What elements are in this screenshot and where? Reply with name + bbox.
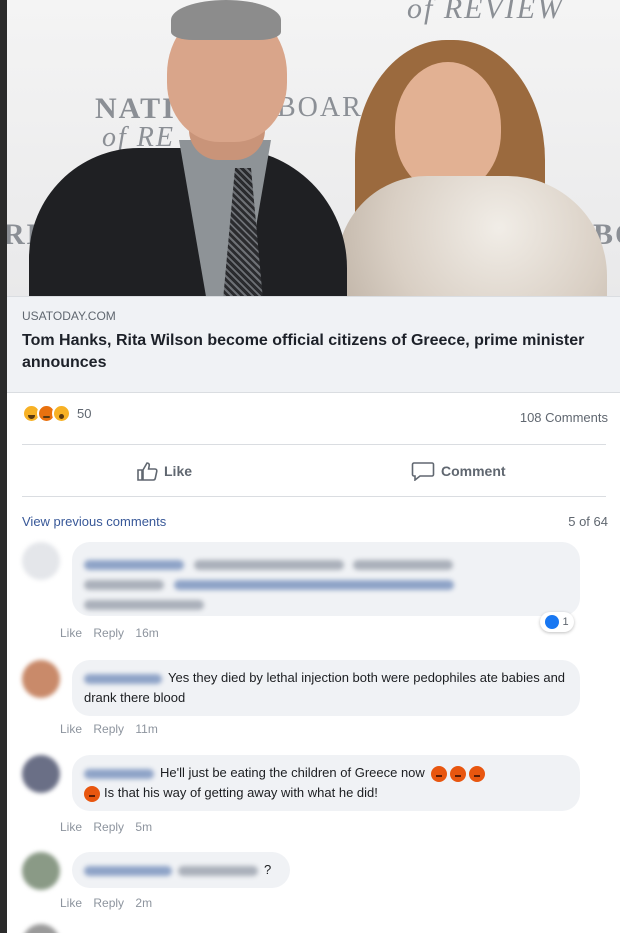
like-button-label: Like bbox=[164, 463, 193, 479]
reaction-count: 50 bbox=[77, 406, 92, 421]
tagged-names[interactable] bbox=[353, 559, 454, 570]
avatar[interactable] bbox=[22, 542, 60, 580]
angry-emoji-icon bbox=[431, 765, 448, 782]
backdrop-text: NATI bbox=[95, 92, 176, 125]
backdrop-text: of REVIEW bbox=[407, 0, 565, 25]
angry-emoji-icon bbox=[84, 785, 100, 802]
tagged-names[interactable] bbox=[84, 599, 204, 610]
divider bbox=[22, 496, 606, 497]
tagged-names[interactable] bbox=[193, 559, 344, 570]
like-icon bbox=[545, 615, 560, 629]
comment-item: ? bbox=[22, 852, 582, 892]
angry-emoji-icon bbox=[450, 765, 467, 782]
thumbs-up-icon bbox=[137, 462, 158, 481]
comment-reply-link[interactable]: Reply bbox=[93, 820, 124, 834]
commenter-name[interactable] bbox=[84, 865, 172, 876]
view-previous-comments-link[interactable]: View previous comments bbox=[22, 514, 166, 529]
comment-timestamp[interactable]: 16m bbox=[135, 626, 158, 640]
reactions-summary[interactable]: 50 bbox=[22, 404, 91, 423]
backdrop-text: BOAR bbox=[277, 92, 363, 123]
comment-reply-link[interactable]: Reply bbox=[93, 626, 124, 640]
man-hair bbox=[171, 0, 281, 40]
comment-bubble: Yes they died by lethal injection both w… bbox=[72, 660, 580, 716]
comment-like-link[interactable]: Like bbox=[60, 626, 82, 640]
comment-like-link[interactable]: Like bbox=[60, 722, 82, 736]
tagged-names[interactable] bbox=[173, 579, 454, 590]
comment-timestamp[interactable]: 5m bbox=[135, 820, 152, 834]
avatar[interactable] bbox=[22, 924, 60, 933]
comment-bubble: He'll just be eating the children of Gre… bbox=[72, 755, 580, 811]
commenter-name[interactable] bbox=[84, 559, 184, 570]
comment-item: He'll just be eating the children of Gre… bbox=[22, 755, 582, 815]
tagged-names[interactable] bbox=[178, 865, 258, 876]
avatar[interactable] bbox=[22, 660, 60, 698]
angry-emoji-icon bbox=[469, 765, 486, 782]
comment-like-badge[interactable]: 1 bbox=[540, 612, 574, 632]
comment-actions: Like Reply 5m bbox=[60, 820, 160, 834]
comment-text: ? bbox=[264, 862, 272, 877]
comment-button-label: Comment bbox=[441, 463, 506, 479]
comment-actions: Like Reply 2m bbox=[60, 896, 160, 910]
link-domain: USATODAY.COM bbox=[22, 309, 116, 323]
like-button[interactable]: Like bbox=[136, 456, 192, 486]
wow-icon bbox=[52, 404, 71, 423]
link-preview[interactable]: USATODAY.COM Tom Hanks, Rita Wilson beco… bbox=[7, 296, 620, 393]
commenter-name[interactable] bbox=[84, 673, 162, 684]
comment-reply-link[interactable]: Reply bbox=[93, 722, 124, 736]
comment-item: Yes they died by lethal injection both w… bbox=[22, 660, 582, 720]
tagged-names[interactable] bbox=[84, 579, 164, 590]
avatar[interactable] bbox=[22, 755, 60, 793]
commenter-name[interactable] bbox=[84, 768, 154, 779]
comment-timestamp[interactable]: 2m bbox=[135, 896, 152, 910]
comment-button[interactable]: Comment bbox=[411, 456, 506, 486]
avatar[interactable] bbox=[22, 852, 60, 890]
comment-bubble: ? bbox=[72, 852, 290, 888]
comment-actions: Like Reply 16m bbox=[60, 626, 167, 640]
post-photo[interactable]: of REVIEW NATI of RE BOAR RD BO bbox=[7, 0, 620, 296]
link-title[interactable]: Tom Hanks, Rita Wilson become official c… bbox=[22, 330, 602, 374]
comment-like-link[interactable]: Like bbox=[60, 896, 82, 910]
comments-count[interactable]: 108 Comments bbox=[520, 410, 608, 425]
comment-like-link[interactable]: Like bbox=[60, 820, 82, 834]
woman-face bbox=[395, 62, 501, 192]
divider bbox=[22, 444, 606, 445]
comment-bubble bbox=[72, 542, 580, 616]
comment-reply-link[interactable]: Reply bbox=[93, 896, 124, 910]
like-badge-count: 1 bbox=[562, 616, 569, 628]
window-edge bbox=[0, 0, 7, 933]
woman-fur-coat bbox=[337, 176, 607, 296]
comment-bubble-icon bbox=[411, 462, 435, 481]
comment-text: He'll just be eating the children of Gre… bbox=[160, 765, 425, 780]
comment-text: Is that his way of getting away with wha… bbox=[104, 785, 378, 800]
comments-page-count: 5 of 64 bbox=[568, 514, 608, 529]
comment-timestamp[interactable]: 11m bbox=[135, 722, 157, 736]
comment-actions: Like Reply 11m bbox=[60, 722, 166, 736]
